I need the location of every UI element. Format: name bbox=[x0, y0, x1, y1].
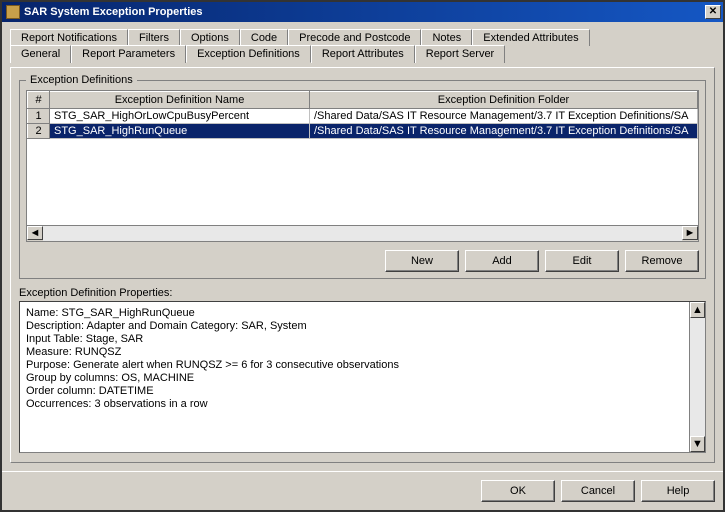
prop-line: Measure: RUNQSZ bbox=[26, 346, 699, 358]
row-name: STG_SAR_HighRunQueue bbox=[50, 124, 310, 139]
tabs: Report Notifications Filters Options Cod… bbox=[10, 28, 715, 63]
window-title: SAR System Exception Properties bbox=[24, 6, 705, 18]
tab-code[interactable]: Code bbox=[240, 29, 288, 46]
tab-report-attributes[interactable]: Report Attributes bbox=[311, 45, 415, 63]
tab-options[interactable]: Options bbox=[180, 29, 240, 46]
tab-notes[interactable]: Notes bbox=[421, 29, 472, 46]
table-row[interactable]: 1 STG_SAR_HighOrLowCpuBusyPercent /Share… bbox=[28, 109, 698, 124]
tab-filters[interactable]: Filters bbox=[128, 29, 180, 46]
dialog-body: Report Notifications Filters Options Cod… bbox=[2, 22, 723, 471]
prop-line: Input Table: Stage, SAR bbox=[26, 333, 699, 345]
prop-line: Occurrences: 3 observations in a row bbox=[26, 398, 699, 410]
vscrollbar[interactable]: ▲ ▼ bbox=[689, 302, 705, 452]
prop-line: Order column: DATETIME bbox=[26, 385, 699, 397]
tab-extended-attributes[interactable]: Extended Attributes bbox=[472, 29, 589, 46]
new-button[interactable]: New bbox=[385, 250, 459, 272]
tab-panel: Exception Definitions # Exception Defini… bbox=[10, 67, 715, 463]
row-index: 1 bbox=[28, 109, 50, 124]
scroll-track[interactable] bbox=[690, 318, 705, 436]
col-index[interactable]: # bbox=[28, 92, 50, 109]
scroll-track[interactable] bbox=[43, 226, 682, 241]
col-folder[interactable]: Exception Definition Folder bbox=[310, 92, 698, 109]
footer-buttons: OK Cancel Help bbox=[2, 471, 723, 510]
hscrollbar[interactable]: ◄ ► bbox=[27, 225, 698, 241]
definitions-table-wrap: # Exception Definition Name Exception De… bbox=[26, 90, 699, 242]
exception-definitions-group: Exception Definitions # Exception Defini… bbox=[19, 74, 706, 279]
properties-label: Exception Definition Properties: bbox=[19, 287, 706, 299]
properties-box: Name: STG_SAR_HighRunQueue Description: … bbox=[19, 301, 706, 453]
definitions-table[interactable]: # Exception Definition Name Exception De… bbox=[27, 91, 698, 139]
tab-general[interactable]: General bbox=[10, 45, 71, 63]
ok-button[interactable]: OK bbox=[481, 480, 555, 502]
prop-line: Description: Adapter and Domain Category… bbox=[26, 320, 699, 332]
prop-line: Group by columns: OS, MACHINE bbox=[26, 372, 699, 384]
help-button[interactable]: Help bbox=[641, 480, 715, 502]
scroll-right-icon[interactable]: ► bbox=[682, 226, 698, 240]
cancel-button[interactable]: Cancel bbox=[561, 480, 635, 502]
tab-precode-postcode[interactable]: Precode and Postcode bbox=[288, 29, 421, 46]
add-button[interactable]: Add bbox=[465, 250, 539, 272]
dialog-window: SAR System Exception Properties ✕ Report… bbox=[0, 0, 725, 512]
scroll-down-icon[interactable]: ▼ bbox=[690, 436, 705, 452]
tab-report-notifications[interactable]: Report Notifications bbox=[10, 29, 128, 46]
remove-button[interactable]: Remove bbox=[625, 250, 699, 272]
tab-report-parameters[interactable]: Report Parameters bbox=[71, 45, 186, 63]
prop-line: Purpose: Generate alert when RUNQSZ >= 6… bbox=[26, 359, 699, 371]
col-name[interactable]: Exception Definition Name bbox=[50, 92, 310, 109]
app-icon bbox=[6, 5, 20, 19]
tab-report-server[interactable]: Report Server bbox=[415, 45, 505, 63]
crud-buttons: New Add Edit Remove bbox=[26, 250, 699, 272]
scroll-up-icon[interactable]: ▲ bbox=[690, 302, 705, 318]
close-icon[interactable]: ✕ bbox=[705, 5, 721, 19]
row-index: 2 bbox=[28, 124, 50, 139]
scroll-left-icon[interactable]: ◄ bbox=[27, 226, 43, 240]
prop-line: Name: STG_SAR_HighRunQueue bbox=[26, 307, 699, 319]
row-folder: /Shared Data/SAS IT Resource Management/… bbox=[310, 124, 698, 139]
row-name: STG_SAR_HighOrLowCpuBusyPercent bbox=[50, 109, 310, 124]
table-row[interactable]: 2 STG_SAR_HighRunQueue /Shared Data/SAS … bbox=[28, 124, 698, 139]
row-folder: /Shared Data/SAS IT Resource Management/… bbox=[310, 109, 698, 124]
edit-button[interactable]: Edit bbox=[545, 250, 619, 272]
titlebar: SAR System Exception Properties ✕ bbox=[2, 2, 723, 22]
tab-exception-definitions[interactable]: Exception Definitions bbox=[186, 45, 311, 63]
groupbox-legend: Exception Definitions bbox=[26, 74, 137, 86]
